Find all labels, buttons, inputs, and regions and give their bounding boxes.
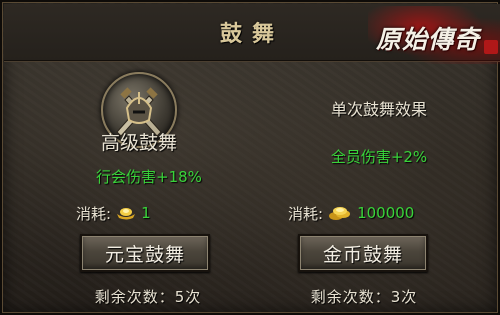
all-damage-effect: 全员伤害+2% [330, 148, 428, 166]
gold-inspire-button[interactable]: 金币鼓舞 [298, 234, 428, 272]
helmet-icon [125, 92, 153, 124]
game-logo: 原始傳奇 [368, 6, 500, 64]
advanced-inspire-panel: 高级鼓舞 行会伤害+18% 消耗: 1 元宝鼓舞 剩余次数：5次 [4, 62, 250, 314]
cost-label: 消耗: [76, 204, 112, 223]
skill-name: 高级鼓舞 [100, 132, 177, 154]
guild-damage-effect: 行会伤害+18% [96, 168, 202, 186]
gold-coins-icon [327, 205, 353, 221]
ingot-remaining-count: 剩余次数：5次 [94, 288, 202, 306]
gold-remaining-count: 剩余次数：3次 [310, 288, 418, 306]
inspire-dialog: 鼓舞 原始傳奇 高级鼓舞 行会伤害+18% 消耗: 1 元宝鼓舞 剩余次数：5次… [0, 0, 500, 315]
logo-text: 原始傳奇 [376, 25, 481, 54]
ingot-cost-row: 消耗: 1 [76, 202, 151, 224]
ingot-cost-value: 1 [141, 204, 151, 222]
effect-heading: 单次鼓舞效果 [330, 100, 427, 119]
gold-cost-row: 消耗: 100000 [288, 202, 414, 224]
ingot-inspire-button[interactable]: 元宝鼓舞 [80, 234, 210, 272]
cost-label: 消耗: [288, 204, 324, 223]
single-inspire-panel: 单次鼓舞效果 全员伤害+2% 消耗: 100000 金币鼓舞 剩余次数：3次 [254, 62, 500, 314]
logo-stamp [484, 40, 498, 54]
gold-cost-value: 100000 [357, 204, 415, 222]
gold-ingot-icon [115, 206, 137, 220]
